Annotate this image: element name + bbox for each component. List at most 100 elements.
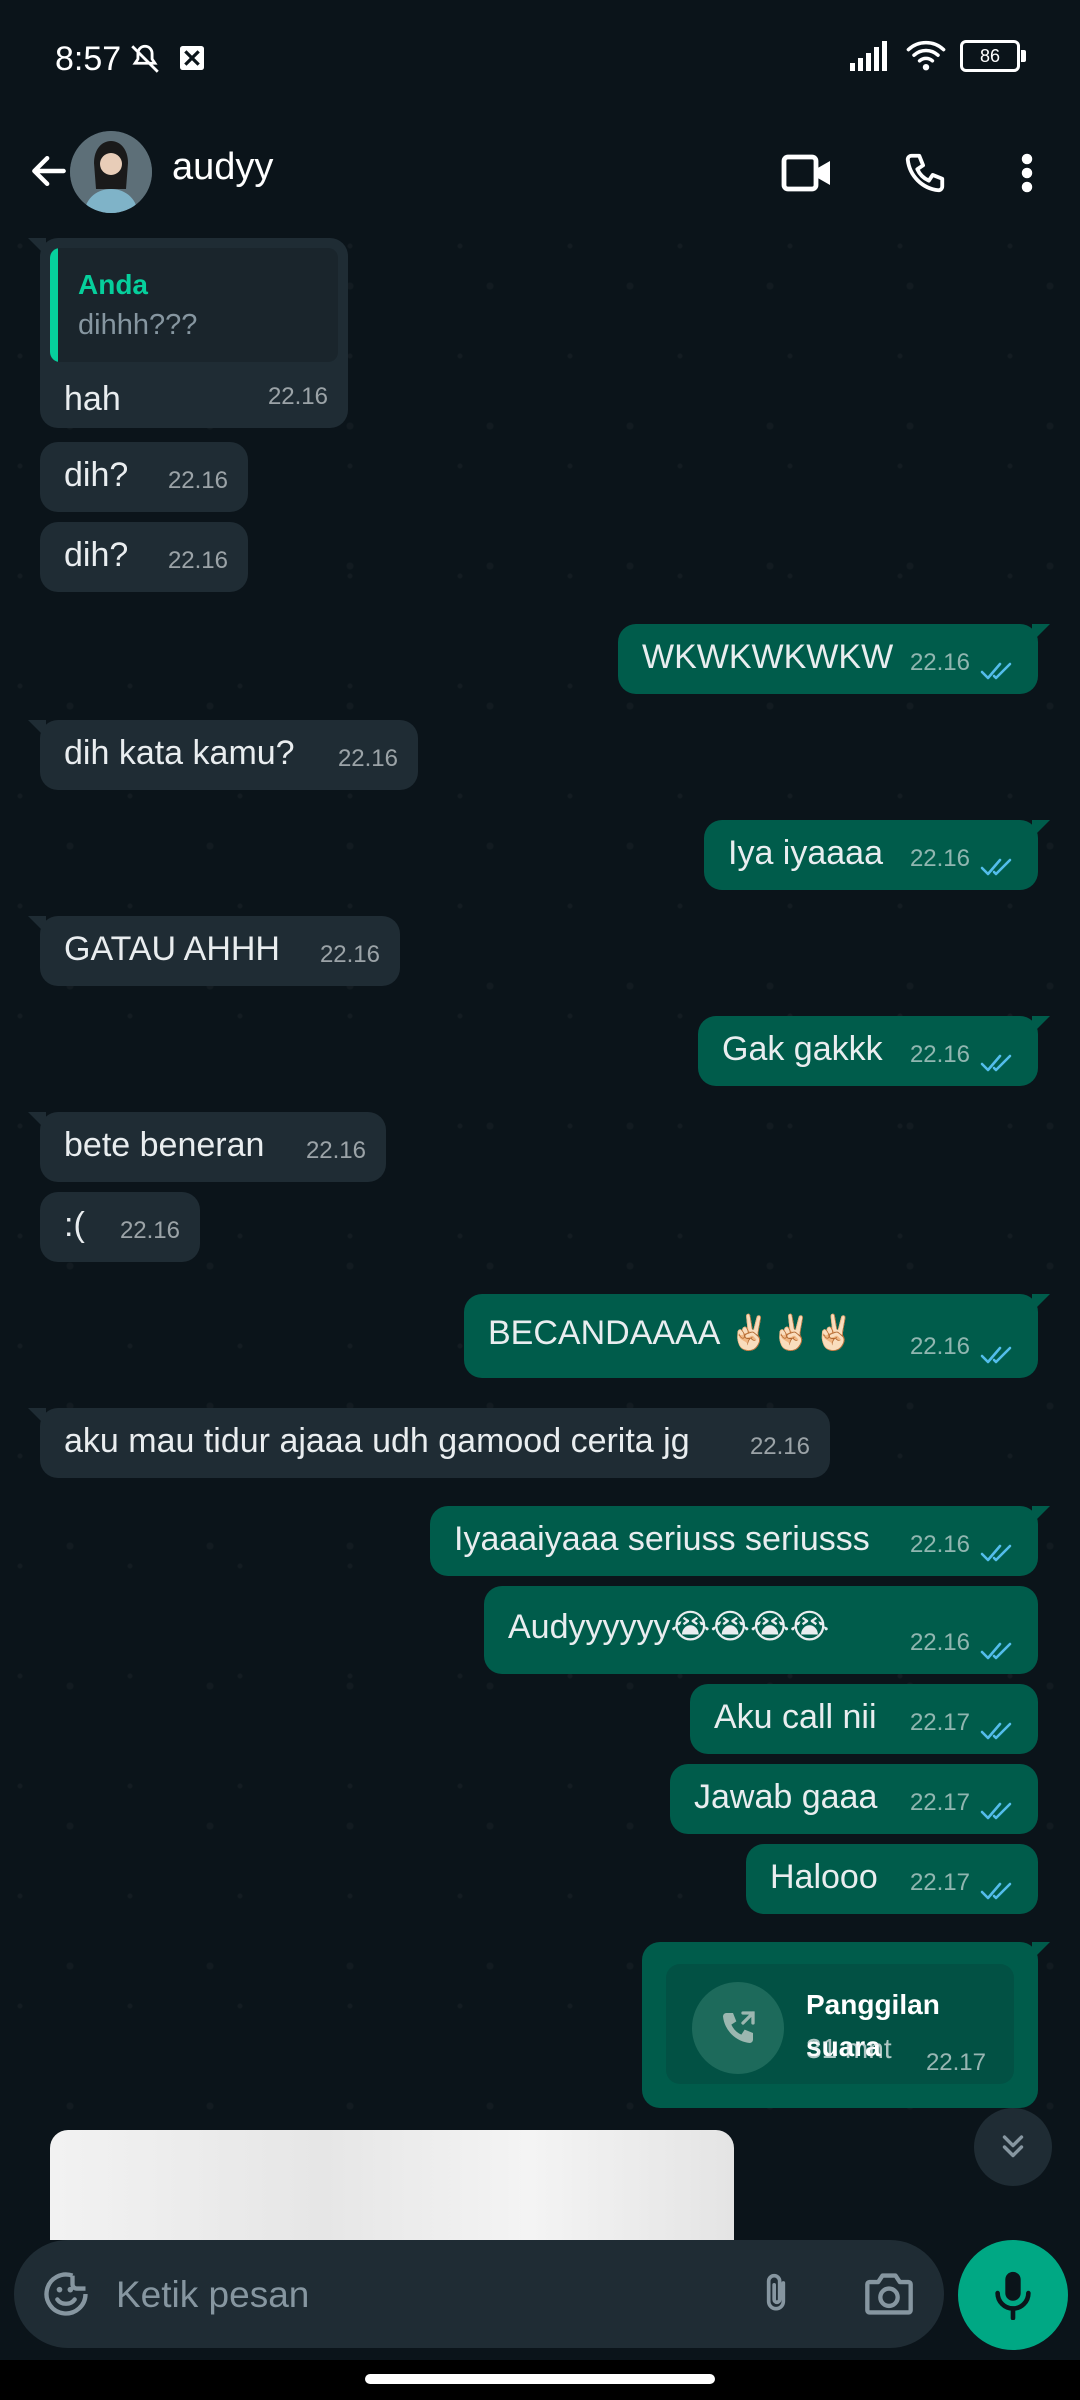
- message-bubble-outgoing[interactable]: Aku call nii 22.17: [690, 1684, 1038, 1754]
- voice-call-message[interactable]: Panggilan suara 31 mnt 22.17: [642, 1942, 1050, 2108]
- message-text: aku mau tidur ajaaa udh gamood cerita jg: [64, 1422, 690, 1460]
- message-bubble-outgoing[interactable]: Iya iyaaaa 22.16: [704, 820, 1050, 890]
- voice-call-button[interactable]: [890, 138, 960, 208]
- link-preview-card[interactable]: [50, 2130, 734, 2240]
- read-receipt-icon: [980, 1642, 1012, 1660]
- message-composer: [14, 2240, 944, 2348]
- message-bubble-outgoing[interactable]: Iyaaaiyaaa seriuss seriusss 22.16: [430, 1506, 1050, 1576]
- message-text: Halooo: [770, 1858, 878, 1896]
- message-text: bete beneran: [64, 1126, 265, 1164]
- read-receipt-icon: [980, 1722, 1012, 1740]
- message-text: dih?: [64, 456, 129, 494]
- video-camera-icon: [781, 154, 830, 192]
- read-receipt-icon: [980, 1802, 1012, 1820]
- message-time: 22.16: [749, 1433, 810, 1460]
- message-time: 22.16: [305, 1137, 366, 1164]
- message-bubble-outgoing[interactable]: Halooo 22.17: [746, 1844, 1038, 1914]
- message-bubble-incoming[interactable]: aku mau tidur ajaaa udh gamood cerita jg…: [28, 1408, 830, 1478]
- message-bubble-incoming[interactable]: bete beneran 22.16: [28, 1112, 386, 1182]
- read-receipt-icon: [980, 1544, 1012, 1562]
- message-bubble-outgoing[interactable]: Audyyyyyy😭😭😭😭 22.16: [484, 1586, 1038, 1674]
- message-bubble-incoming[interactable]: GATAU AHHH 22.16: [28, 916, 400, 986]
- more-vertical-icon: [1021, 153, 1033, 193]
- outgoing-call-icon: [723, 2011, 755, 2043]
- contact-avatar[interactable]: [70, 131, 152, 213]
- quote-text: dihhh???: [78, 309, 198, 341]
- call-icon: [692, 1982, 784, 2074]
- message-text: Iya iyaaaa: [728, 834, 883, 872]
- message-time: 22.16: [337, 745, 398, 772]
- call-duration: 31 mnt: [806, 2033, 892, 2064]
- message-bubble-incoming[interactable]: dih? 22.16: [40, 522, 248, 592]
- message-input[interactable]: [114, 2266, 718, 2324]
- message-bubble-outgoing[interactable]: Gak gakkk 22.16: [698, 1016, 1050, 1086]
- app-notification-icon: [180, 46, 204, 70]
- attach-button[interactable]: [746, 2264, 806, 2324]
- message-text: :(: [64, 1206, 85, 1244]
- message-bubble-outgoing[interactable]: BECANDAAAA ✌🏻✌🏻✌🏻 22.16: [464, 1294, 1050, 1378]
- message-time: 22.16: [167, 547, 228, 574]
- mute-notifications-icon: [131, 44, 159, 73]
- message-text: BECANDAAAA ✌🏻✌🏻✌🏻: [488, 1314, 855, 1352]
- camera-button[interactable]: [856, 2264, 922, 2324]
- message-text: Audyyyyyy😭😭😭😭: [508, 1608, 830, 1646]
- message-bubble-outgoing[interactable]: Jawab gaaa 22.17: [670, 1764, 1038, 1834]
- voice-record-button[interactable]: [958, 2240, 1068, 2350]
- message-bubble-incoming[interactable]: dih? 22.16: [40, 442, 248, 512]
- read-receipt-icon: [980, 1882, 1012, 1900]
- message-time: 22.17: [909, 1789, 970, 1816]
- message-text: dih kata kamu?: [64, 734, 295, 772]
- message-text: WKWKWKWKW: [642, 638, 894, 676]
- double-chevron-down-icon: [1002, 2135, 1024, 2158]
- quote-author: Anda: [78, 269, 148, 300]
- status-bar: 8:57 86: [0, 0, 1080, 118]
- message-time: 22.16: [909, 845, 970, 872]
- message-time: 22.16: [119, 1217, 180, 1244]
- read-receipt-icon: [980, 858, 1012, 876]
- phone-icon: [905, 153, 945, 193]
- status-time: 8:57: [55, 40, 122, 78]
- arrow-left-icon: [32, 155, 66, 187]
- read-receipt-icon: [980, 662, 1012, 680]
- message-text: Jawab gaaa: [694, 1778, 878, 1816]
- more-options-button[interactable]: [992, 138, 1062, 208]
- call-info[interactable]: Panggilan suara 31 mnt 22.17: [666, 1964, 1014, 2084]
- message-time: 22.16: [909, 1629, 970, 1656]
- message-time: 22.16: [909, 1041, 970, 1068]
- message-bubble-incoming[interactable]: dih kata kamu? 22.16: [28, 720, 418, 790]
- message-bubble-incoming[interactable]: :( 22.16: [40, 1192, 200, 1262]
- message-text: Aku call nii: [714, 1698, 877, 1736]
- home-gesture-handle[interactable]: [365, 2374, 715, 2384]
- emoji-sticker-icon: [44, 2272, 88, 2316]
- message-time: 22.16: [267, 383, 328, 410]
- quoted-message[interactable]: Anda dihhh???: [50, 248, 338, 362]
- message-time: 22.17: [925, 2049, 986, 2076]
- camera-icon: [865, 2273, 913, 2315]
- system-navigation-bar: [0, 2360, 1080, 2400]
- read-receipt-icon: [980, 1054, 1012, 1072]
- signal-icon: [850, 41, 887, 71]
- contact-name[interactable]: audyy: [172, 146, 273, 189]
- message-text: GATAU AHHH: [64, 930, 280, 968]
- read-receipt-icon: [980, 1346, 1012, 1364]
- message-time: 22.16: [909, 1333, 970, 1360]
- message-bubble-outgoing[interactable]: WKWKWKWKW 22.16: [618, 624, 1050, 694]
- message-time: 22.16: [319, 941, 380, 968]
- emoji-button[interactable]: [36, 2264, 96, 2324]
- video-call-button[interactable]: [772, 138, 842, 208]
- message-time: 22.17: [909, 1709, 970, 1736]
- message-bubble-incoming[interactable]: Anda dihhh??? hah 22.16: [28, 238, 348, 428]
- scroll-to-bottom-button[interactable]: [974, 2108, 1052, 2186]
- chat-area[interactable]: Anda dihhh??? hah 22.16 dih? 22.16 dih? …: [0, 226, 1080, 2110]
- wifi-icon: [906, 40, 946, 71]
- message-time: 22.16: [167, 467, 228, 494]
- chat-header: audyy: [0, 118, 1080, 227]
- message-text: dih?: [64, 536, 129, 574]
- message-text: hah: [64, 380, 121, 418]
- message-text: Iyaaaiyaaa seriuss seriusss: [454, 1520, 870, 1558]
- avatar-photo-icon: [70, 131, 152, 213]
- message-time: 22.17: [909, 1869, 970, 1896]
- message-text: Gak gakkk: [722, 1030, 883, 1068]
- paperclip-icon: [766, 2273, 786, 2311]
- battery-indicator: 86: [960, 40, 1026, 72]
